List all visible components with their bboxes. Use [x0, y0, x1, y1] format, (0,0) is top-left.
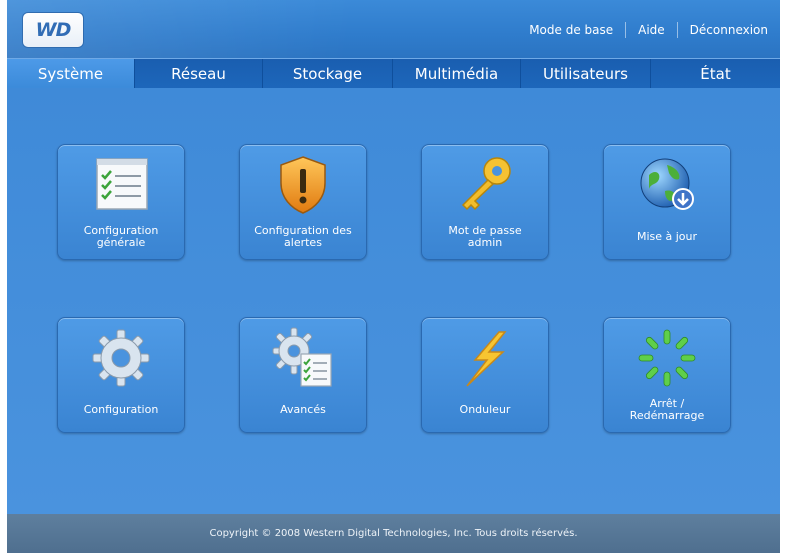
warning-shield-icon [280, 156, 326, 214]
tile-label: Configuration [83, 403, 159, 416]
main-content: Configuration générale Configuration des… [7, 88, 780, 514]
globe-download-icon [640, 158, 694, 210]
tile-general-config[interactable]: Configuration générale [57, 144, 185, 260]
tab-stockage[interactable]: Stockage [263, 59, 393, 89]
spinner-icon [638, 329, 696, 387]
checklist-icon [96, 158, 148, 210]
wd-logo[interactable]: WD [23, 13, 83, 47]
tile-label: Mot de passe admin [448, 224, 522, 249]
tile-update[interactable]: Mise à jour [603, 144, 731, 260]
divider [676, 22, 678, 38]
footer: Copyright © 2008 Western Digital Technol… [7, 514, 780, 553]
tile-label: Configuration générale [83, 224, 159, 249]
copyright-text: Copyright © 2008 Western Digital Technol… [209, 528, 578, 539]
tab-multimedia[interactable]: Multimédia [393, 59, 521, 89]
gears-checklist-icon [272, 327, 332, 387]
divider [625, 22, 627, 38]
tile-label: Configuration des alertes [254, 224, 352, 249]
help-link[interactable]: Aide [638, 23, 665, 37]
tile-alert-config[interactable]: Configuration des alertes [239, 144, 367, 260]
logout-link[interactable]: Déconnexion [690, 23, 768, 37]
key-icon [461, 157, 511, 211]
tile-label: Avancés [280, 403, 326, 416]
tile-advanced[interactable]: Avancés [239, 317, 367, 433]
gear-icon [92, 329, 150, 387]
logo-text: WD [35, 19, 72, 41]
lightning-icon [466, 331, 507, 387]
tile-shutdown-restart[interactable]: Arrêt / Redémarrage [603, 317, 731, 433]
tab-systeme[interactable]: Système [7, 59, 135, 89]
tab-utilisateurs[interactable]: Utilisateurs [521, 59, 651, 89]
top-links: Mode de base Aide Déconnexion [529, 22, 768, 38]
tile-ups[interactable]: Onduleur [421, 317, 549, 433]
tab-reseau[interactable]: Réseau [135, 59, 263, 89]
tile-configuration[interactable]: Configuration [57, 317, 185, 433]
tab-etat[interactable]: État [651, 59, 780, 89]
tile-label: Mise à jour [636, 230, 698, 243]
main-tabs: Système Réseau Stockage Multimédia Utili… [7, 58, 780, 89]
tile-admin-password[interactable]: Mot de passe admin [421, 144, 549, 260]
basic-mode-link[interactable]: Mode de base [529, 23, 613, 37]
tile-label: Arrêt / Redémarrage [629, 397, 705, 422]
app-frame: WD Mode de base Aide Déconnexion Système… [7, 0, 780, 553]
tile-label: Onduleur [459, 403, 511, 416]
header: WD Mode de base Aide Déconnexion [7, 0, 780, 58]
